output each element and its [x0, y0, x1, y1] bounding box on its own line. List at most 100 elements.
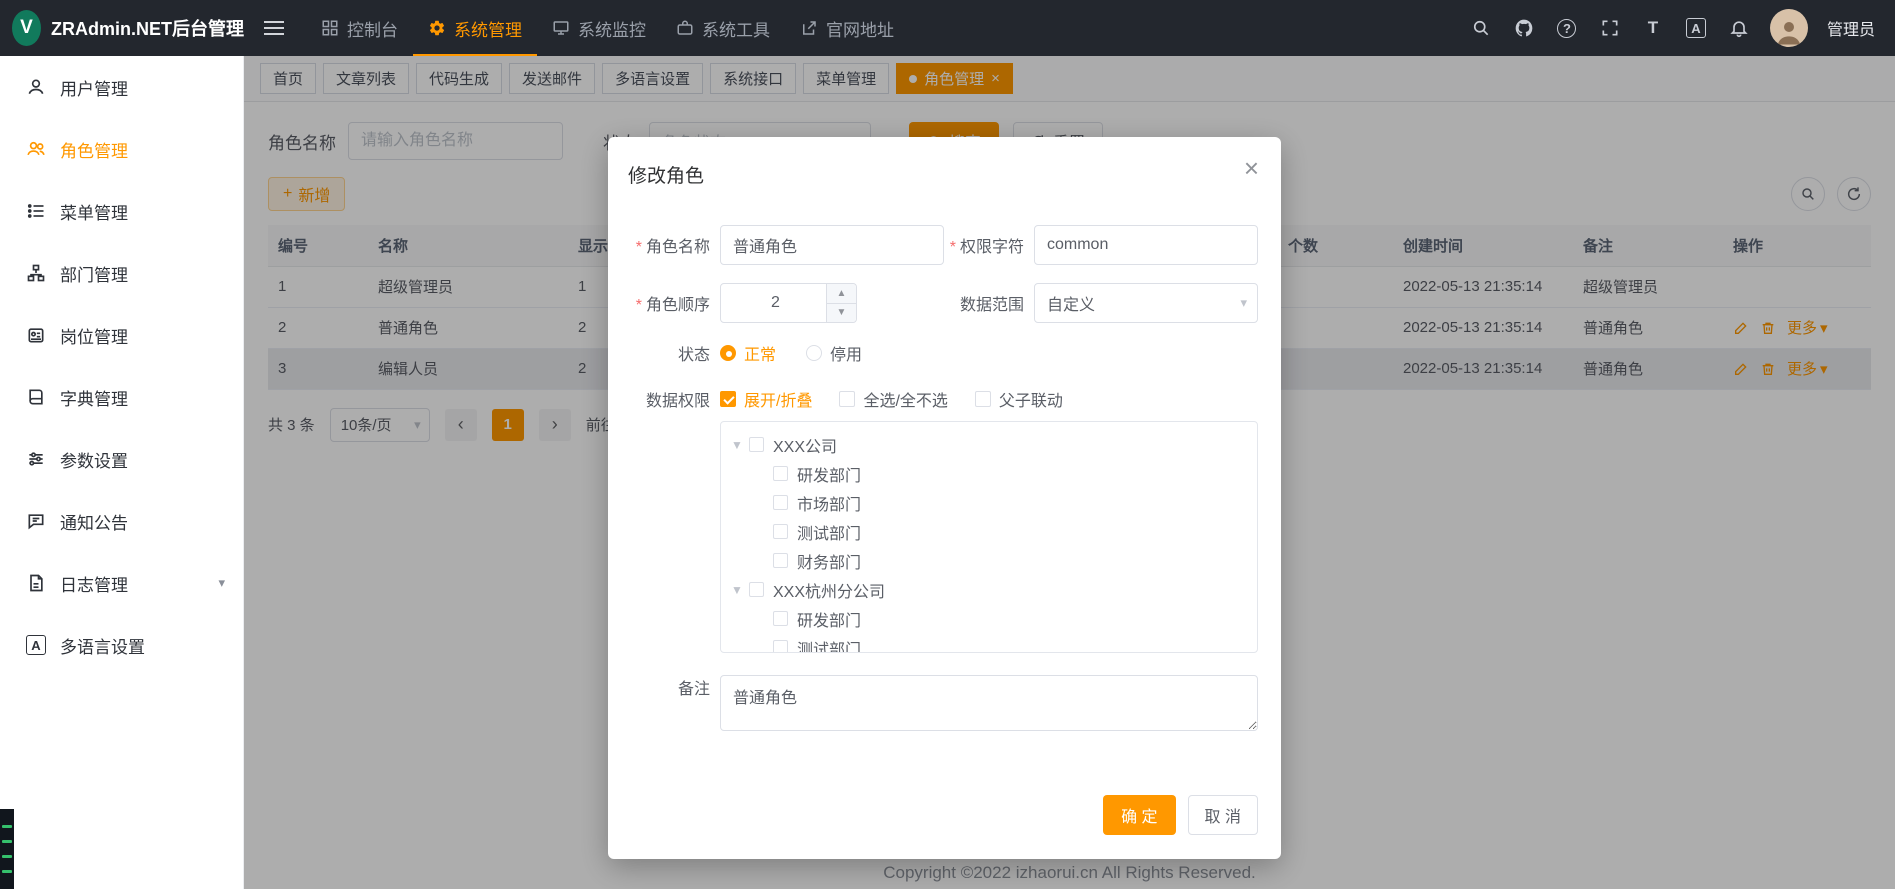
- dashboard-icon: [321, 19, 339, 37]
- tree-node[interactable]: 研发部门: [721, 604, 1257, 633]
- edit-role-dialog: 修改角色 × 角色名称 权限字符 角色顺序 2 ▲ ▼: [608, 137, 1281, 859]
- stepper-controls: ▲ ▼: [826, 284, 856, 322]
- checkbox-select-all[interactable]: 全选/全不选: [839, 387, 947, 411]
- sidebar: 用户管理 角色管理 菜单管理 部门管理 岗位管理 字典管理 参数设置 通知公告 …: [0, 56, 244, 889]
- dialog-body: 角色名称 权限字符 角色顺序 2 ▲ ▼ 数: [608, 225, 1281, 731]
- checkbox-icon[interactable]: [749, 437, 764, 452]
- search-icon[interactable]: [1469, 16, 1493, 40]
- fullscreen-icon[interactable]: [1598, 16, 1622, 40]
- gear-icon: [428, 19, 446, 37]
- data-scope-select[interactable]: 自定义 ▾: [1034, 283, 1258, 323]
- top-nav: 控制台 系统管理 系统监控 系统工具 官网地址: [306, 0, 909, 56]
- nav-item-system-tools[interactable]: 系统工具: [661, 0, 785, 56]
- nav-item-system-manage[interactable]: 系统管理: [413, 0, 537, 56]
- monitor-icon: [552, 19, 570, 37]
- org-tree-icon: [26, 263, 46, 283]
- caret-down-icon[interactable]: ▼: [725, 438, 749, 452]
- remark-label: 备注: [608, 675, 720, 731]
- tree-node[interactable]: ▼ XXX杭州分公司: [721, 575, 1257, 604]
- checkbox-icon[interactable]: [773, 495, 788, 510]
- sidebar-item-departments[interactable]: 部门管理: [0, 242, 243, 304]
- tree-node[interactable]: 市场部门: [721, 488, 1257, 517]
- checkbox-icon: [975, 391, 991, 407]
- data-perm-label: 数据权限: [608, 387, 720, 411]
- tree-node[interactable]: 研发部门: [721, 459, 1257, 488]
- announcement-icon: [26, 511, 46, 531]
- avatar[interactable]: [1770, 9, 1808, 47]
- decrement-button[interactable]: ▼: [827, 304, 856, 323]
- sidebar-item-announcements[interactable]: 通知公告: [0, 490, 243, 552]
- github-icon[interactable]: [1512, 16, 1536, 40]
- checkbox-icon[interactable]: [773, 640, 788, 653]
- sidebar-item-users[interactable]: 用户管理: [0, 56, 243, 118]
- status-label: 状态: [608, 341, 720, 365]
- perm-char-field[interactable]: [1034, 225, 1258, 265]
- confirm-button[interactable]: 确 定: [1103, 795, 1175, 835]
- language-icon[interactable]: A: [1684, 16, 1708, 40]
- checkbox-parent-child[interactable]: 父子联动: [975, 387, 1063, 411]
- increment-button[interactable]: ▲: [827, 284, 856, 304]
- role-name-field[interactable]: [720, 225, 944, 265]
- tree-node[interactable]: ▼ XXX公司: [721, 430, 1257, 459]
- sliders-icon: [26, 449, 46, 469]
- logo-icon: V: [12, 10, 41, 46]
- caret-down-icon[interactable]: ▼: [725, 583, 749, 597]
- book-icon: [26, 387, 46, 407]
- user-icon: [26, 77, 46, 97]
- remark-textarea[interactable]: 普通角色: [720, 675, 1258, 731]
- radio-icon: [806, 345, 822, 361]
- header-actions: ? T A 管理员: [1469, 9, 1895, 47]
- nav-label: 系统监控: [578, 16, 646, 41]
- logo: V ZRAdmin.NET后台管理: [0, 10, 244, 46]
- checkbox-icon[interactable]: [749, 582, 764, 597]
- sidebar-item-posts[interactable]: 岗位管理: [0, 304, 243, 366]
- chevron-down-icon: ▾: [218, 575, 225, 591]
- role-order-stepper[interactable]: 2 ▲ ▼: [720, 283, 857, 323]
- sidebar-item-roles[interactable]: 角色管理: [0, 118, 243, 180]
- nav-item-official-site[interactable]: 官网地址: [785, 0, 909, 56]
- sidebar-item-languages[interactable]: A 多语言设置: [0, 614, 243, 676]
- radio-icon: [720, 345, 736, 361]
- external-link-icon: [800, 19, 818, 37]
- dialog-footer: 确 定 取 消: [1103, 795, 1258, 835]
- sidebar-item-dictionary[interactable]: 字典管理: [0, 366, 243, 428]
- sidebar-item-menus[interactable]: 菜单管理: [0, 180, 243, 242]
- top-header: V ZRAdmin.NET后台管理 控制台 系统管理 系统监控 系统工具 官网地…: [0, 0, 1895, 56]
- checkbox-icon: [720, 391, 736, 407]
- role-name-label: 角色名称: [608, 233, 720, 257]
- cancel-button[interactable]: 取 消: [1188, 795, 1258, 835]
- close-icon[interactable]: ×: [1244, 155, 1259, 181]
- user-name[interactable]: 管理员: [1827, 16, 1875, 40]
- tree-node[interactable]: 测试部门: [721, 633, 1257, 653]
- checkbox-icon: [839, 391, 855, 407]
- checkbox-icon[interactable]: [773, 466, 788, 481]
- badge-icon: [26, 325, 46, 345]
- sidebar-item-parameters[interactable]: 参数设置: [0, 428, 243, 490]
- tree-node[interactable]: 测试部门: [721, 517, 1257, 546]
- radio-status-normal[interactable]: 正常: [720, 341, 776, 365]
- role-order-label: 角色顺序: [608, 291, 720, 315]
- language-box-icon: A: [26, 635, 46, 655]
- nav-item-console[interactable]: 控制台: [306, 0, 413, 56]
- checkbox-icon[interactable]: [773, 524, 788, 539]
- nav-label: 系统管理: [454, 16, 522, 41]
- nav-item-system-monitor[interactable]: 系统监控: [537, 0, 661, 56]
- hamburger-icon[interactable]: [258, 15, 290, 41]
- nav-label: 系统工具: [702, 16, 770, 41]
- font-size-icon[interactable]: T: [1641, 16, 1665, 40]
- checkbox-icon[interactable]: [773, 611, 788, 626]
- checkbox-icon[interactable]: [773, 553, 788, 568]
- checkbox-expand-collapse[interactable]: 展开/折叠: [720, 387, 812, 411]
- menu-list-icon: [26, 201, 46, 221]
- radio-status-disabled[interactable]: 停用: [806, 341, 862, 365]
- bell-icon[interactable]: [1727, 16, 1751, 40]
- roles-icon: [26, 139, 46, 159]
- nav-label: 控制台: [347, 16, 398, 41]
- perm-char-label: 权限字符: [944, 233, 1034, 257]
- help-icon[interactable]: ?: [1555, 16, 1579, 40]
- chevron-down-icon: ▾: [1240, 295, 1247, 311]
- sidebar-item-logs[interactable]: 日志管理 ▾: [0, 552, 243, 614]
- tree-node[interactable]: 财务部门: [721, 546, 1257, 575]
- data-scope-label: 数据范围: [944, 291, 1034, 315]
- log-icon: [26, 573, 46, 593]
